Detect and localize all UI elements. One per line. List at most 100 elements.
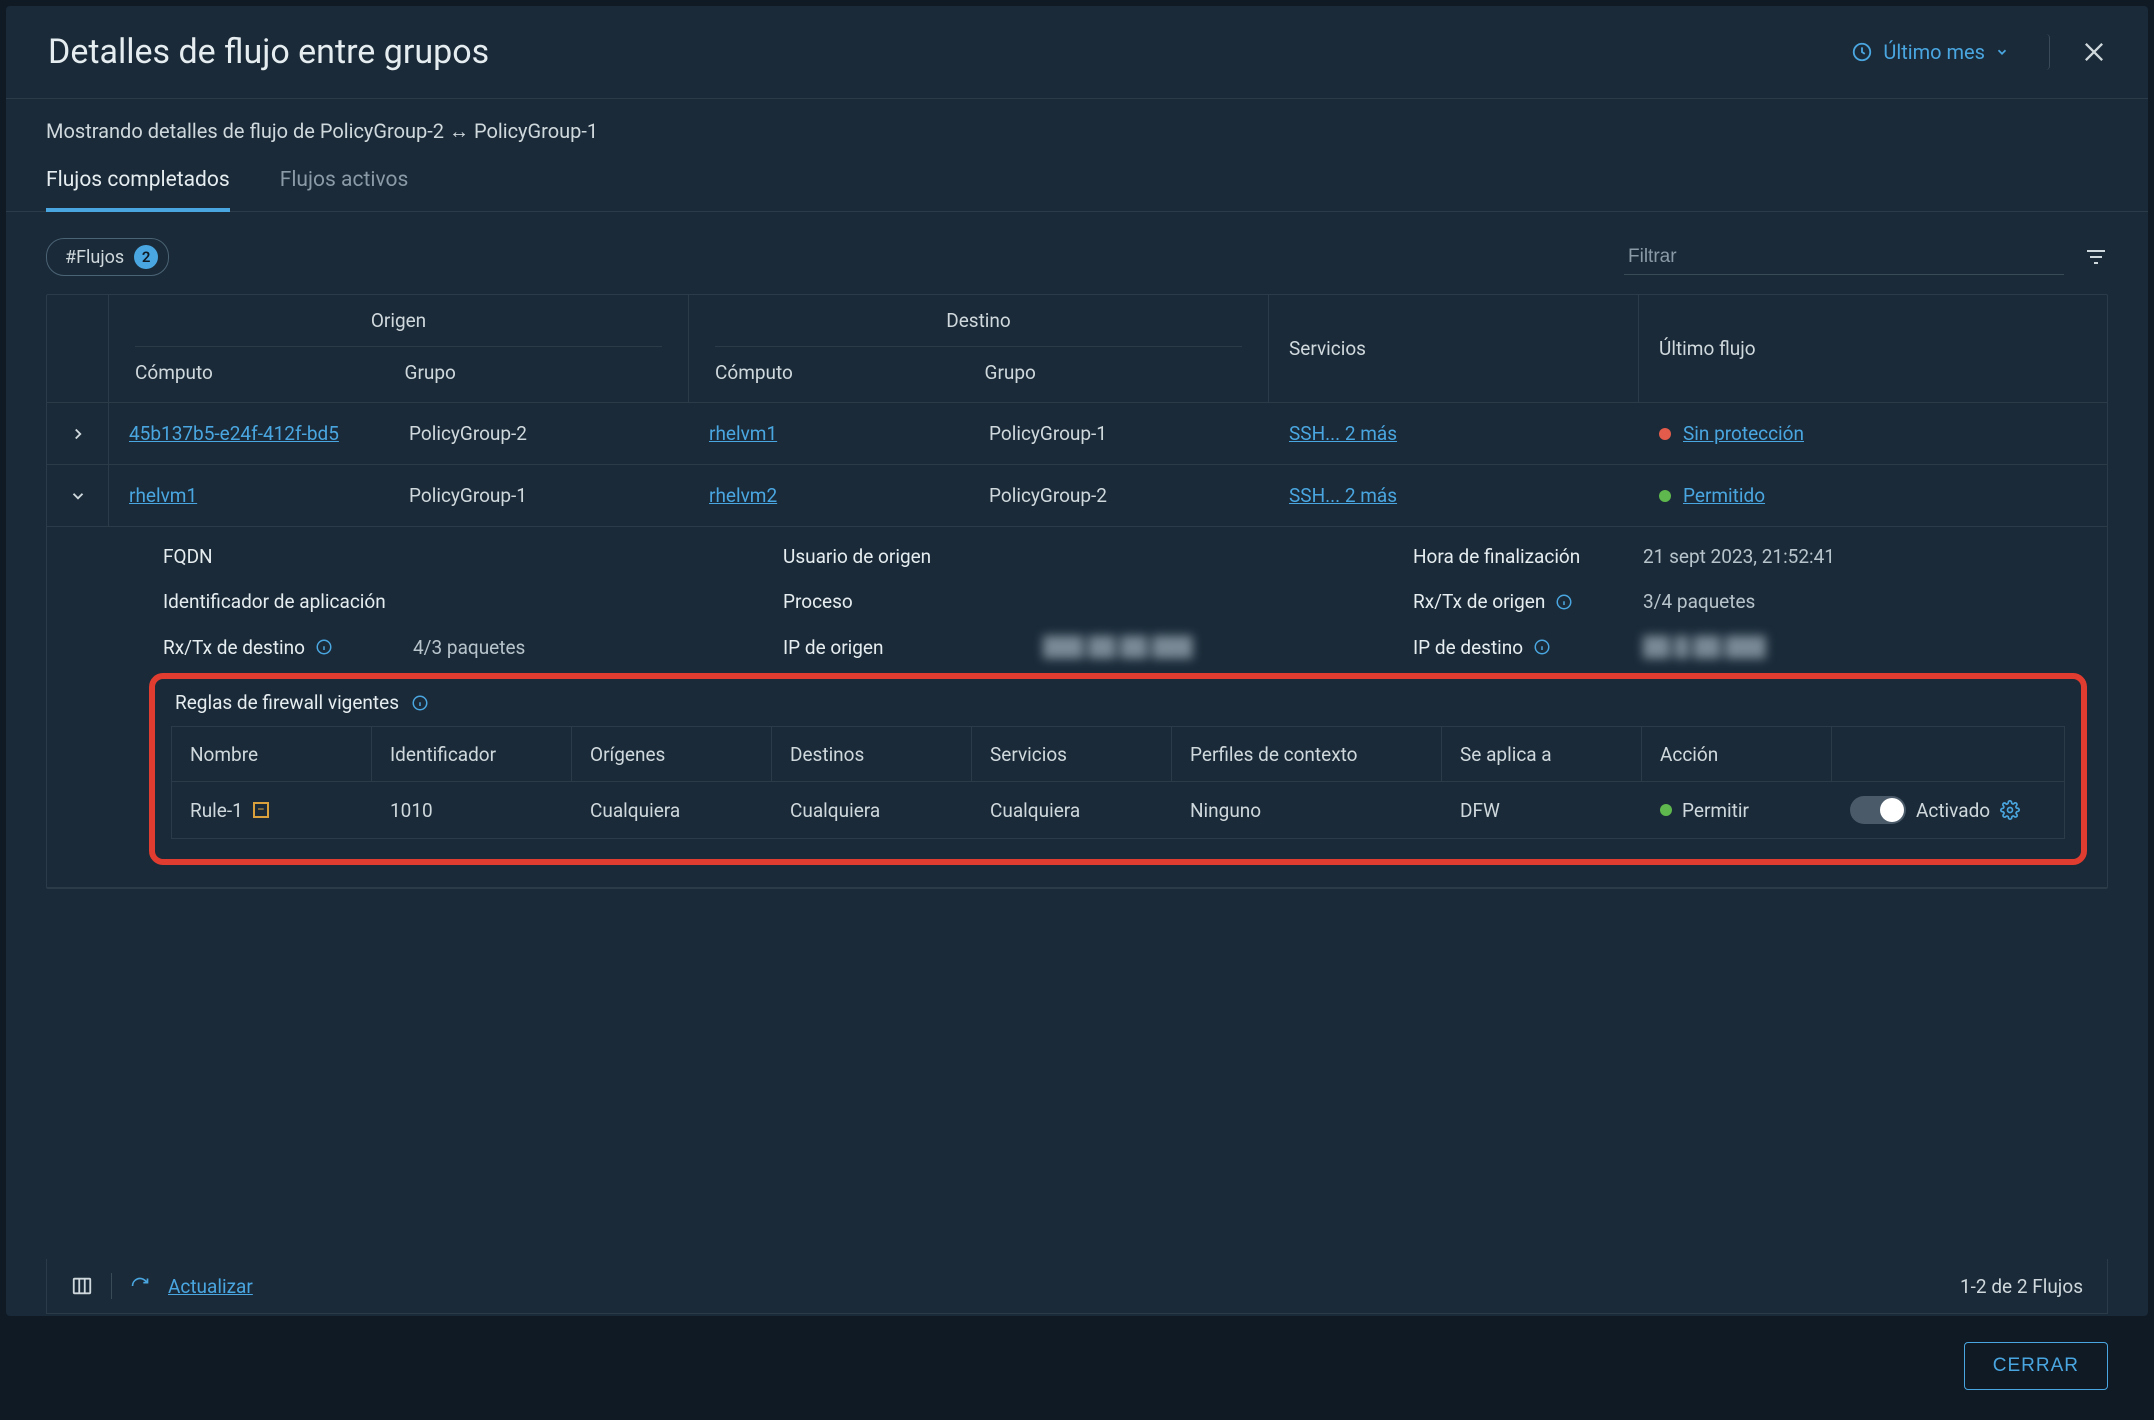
table-footer: Actualizar 1-2 de 2 Flujos <box>46 1259 2108 1314</box>
col-dest-compute: Cómputo <box>709 347 979 388</box>
fw-rule-id: 1010 <box>372 783 572 837</box>
refresh-icon[interactable] <box>130 1276 150 1296</box>
flows-pill-count: 2 <box>134 245 158 269</box>
dst-rxtx-label: Rx/Tx de destino <box>163 636 413 659</box>
close-button[interactable] <box>2080 38 2108 66</box>
expand-row-toggle[interactable] <box>47 403 109 464</box>
refresh-link[interactable]: Actualizar <box>168 1275 253 1298</box>
info-icon[interactable] <box>1533 638 1551 656</box>
tabs-bar: Flujos completados Flujos activos <box>6 144 2148 212</box>
fw-col-services: Servicios <box>972 727 1172 781</box>
src-rxtx-value: 3/4 paquetes <box>1643 590 2087 613</box>
table-row: rhelvm1 PolicyGroup-1 rhelvm2 PolicyGrou… <box>47 465 2107 527</box>
fw-rule-dests: Cualquiera <box>772 783 972 837</box>
fw-col-name: Nombre <box>172 727 372 781</box>
firewall-rules-section: Reglas de firewall vigentes Nombre Ident… <box>149 673 2087 865</box>
time-range-dropdown[interactable]: Último mes <box>1833 34 2050 70</box>
col-last-flow: Último flujo <box>1639 295 2107 402</box>
table-row: 45b137b5-e24f-412f-bd5 PolicyGroup-2 rhe… <box>47 403 2107 465</box>
flows-count-pill[interactable]: #Flujos 2 <box>46 238 169 276</box>
dst-group-text: PolicyGroup-1 <box>969 406 1269 461</box>
row-count-text: 1-2 de 2 Flujos <box>1960 1275 2083 1298</box>
toggle-label: Activado <box>1916 799 1990 822</box>
status-dot-icon <box>1659 428 1671 440</box>
tab-completed-flows[interactable]: Flujos completados <box>46 168 230 212</box>
row-detail-panel: FQDN Usuario de origen Hora de finalizac… <box>47 527 2107 888</box>
src-compute-link[interactable]: rhelvm1 <box>129 484 197 507</box>
fw-col-dests: Destinos <box>772 727 972 781</box>
status-link[interactable]: Sin protección <box>1683 422 1804 445</box>
filter-settings-icon[interactable] <box>2084 245 2108 269</box>
dst-ip-value: ██.█.██.███ <box>1643 635 2087 659</box>
info-icon[interactable] <box>315 638 333 656</box>
fw-col-context: Perfiles de contexto <box>1172 727 1442 781</box>
gear-icon[interactable] <box>2000 800 2020 820</box>
col-services: Servicios <box>1269 295 1639 402</box>
fw-col-sources: Orígenes <box>572 727 772 781</box>
fw-col-applies: Se aplica a <box>1442 727 1642 781</box>
fqdn-label: FQDN <box>163 545 413 568</box>
col-dest-group: Grupo <box>979 347 1249 388</box>
info-icon[interactable] <box>411 694 429 712</box>
flow-context-text: Mostrando detalles de flujo de PolicyGro… <box>6 99 2148 144</box>
firewall-rule-row: Rule-1 − 1010 Cualquiera Cualquiera Cual… <box>172 782 2064 838</box>
fw-rule-applies: DFW <box>1442 783 1642 837</box>
rule-minus-icon: − <box>253 802 269 818</box>
fw-rule-services: Cualquiera <box>972 783 1172 837</box>
time-range-label: Último mes <box>1883 40 1985 64</box>
flows-table: Origen Cómputo Grupo Destino Cómputo Gru… <box>46 294 2108 889</box>
close-button-bottom[interactable]: CERRAR <box>1964 1342 2108 1390</box>
filter-input[interactable] <box>1624 240 2064 275</box>
fw-rule-action: Permitir <box>1682 799 1749 822</box>
status-dot-icon <box>1659 490 1671 502</box>
fw-col-id: Identificador <box>372 727 572 781</box>
columns-icon[interactable] <box>71 1275 93 1297</box>
src-compute-link[interactable]: 45b137b5-e24f-412f-bd5 <box>129 422 339 445</box>
filter-lines-icon <box>2084 245 2108 269</box>
clock-icon <box>1851 41 1873 63</box>
src-group-text: PolicyGroup-2 <box>389 406 689 461</box>
process-label: Proceso <box>783 590 1043 613</box>
services-link[interactable]: SSH... 2 más <box>1289 484 1397 507</box>
fw-rule-sources: Cualquiera <box>572 783 772 837</box>
dst-ip-label: IP de destino <box>1413 636 1643 659</box>
page-title: Detalles de flujo entre grupos <box>48 32 1833 72</box>
dst-group-text: PolicyGroup-2 <box>969 468 1269 523</box>
fw-rule-context: Ninguno <box>1172 783 1442 837</box>
status-link[interactable]: Permitido <box>1683 484 1765 507</box>
chevron-down-icon <box>69 487 87 505</box>
firewall-rules-table: Nombre Identificador Orígenes Destinos S… <box>171 726 2065 839</box>
fw-rule-name: Rule-1 <box>190 799 243 822</box>
src-group-text: PolicyGroup-1 <box>389 468 689 523</box>
app-id-label: Identificador de aplicación <box>163 590 413 613</box>
flows-pill-label: #Flujos <box>65 247 124 268</box>
modal-header: Detalles de flujo entre grupos Último me… <box>6 6 2148 99</box>
services-link[interactable]: SSH... 2 más <box>1289 422 1397 445</box>
close-icon <box>2080 38 2108 66</box>
flow-details-modal: Detalles de flujo entre grupos Último me… <box>6 6 2148 1316</box>
info-icon[interactable] <box>1555 593 1573 611</box>
dst-compute-link[interactable]: rhelvm1 <box>709 422 777 445</box>
fw-col-action: Acción <box>1642 727 1832 781</box>
col-source: Origen <box>135 309 662 347</box>
firewall-rules-title: Reglas de firewall vigentes <box>175 691 399 714</box>
tab-active-flows[interactable]: Flujos activos <box>280 168 409 211</box>
col-dest: Destino <box>715 309 1242 347</box>
expand-row-toggle[interactable] <box>47 465 109 526</box>
end-time-value: 21 sept 2023, 21:52:41 <box>1643 545 2087 568</box>
table-header: Origen Cómputo Grupo Destino Cómputo Gru… <box>47 295 2107 403</box>
col-source-group: Grupo <box>399 347 669 388</box>
dst-compute-link[interactable]: rhelvm2 <box>709 484 777 507</box>
src-ip-value: ███.██.██.███ <box>1043 635 1413 659</box>
end-time-label: Hora de finalización <box>1413 545 1643 568</box>
action-dot-icon <box>1660 804 1672 816</box>
dst-rxtx-value: 4/3 paquetes <box>413 636 783 659</box>
filter-bar: #Flujos 2 <box>6 212 2148 294</box>
bottom-bar: CERRAR <box>6 1314 2148 1420</box>
chevron-down-icon <box>1995 45 2009 59</box>
col-source-compute: Cómputo <box>129 347 399 388</box>
src-ip-label: IP de origen <box>783 636 1043 659</box>
src-rxtx-label: Rx/Tx de origen <box>1413 590 1643 613</box>
chevron-right-icon <box>69 425 87 443</box>
rule-enabled-toggle[interactable] <box>1850 796 1906 824</box>
